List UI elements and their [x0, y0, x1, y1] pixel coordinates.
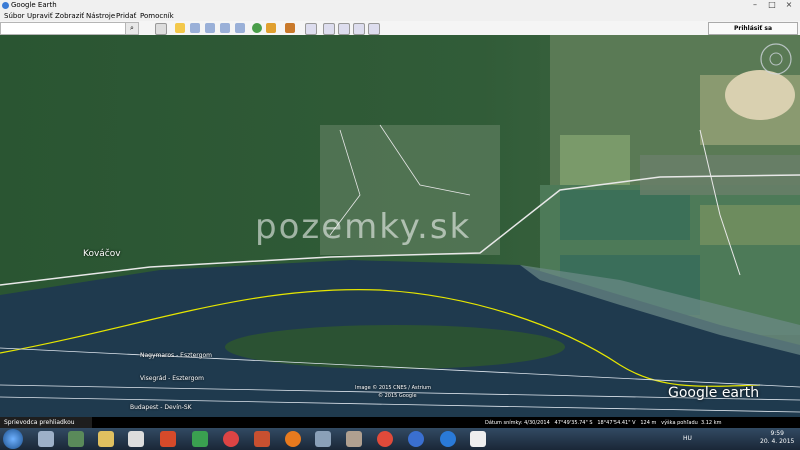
placemark-icon[interactable] — [175, 23, 185, 33]
title-bar: Google Earth – □ × — [0, 0, 800, 11]
path-icon[interactable] — [205, 23, 215, 33]
spreadsheet-icon[interactable] — [192, 431, 208, 447]
status-bar: Dátum snímky: 4/30/2014 47°49'35.74" S 1… — [485, 420, 721, 426]
clock[interactable]: 9:59 20. 4. 2015 — [760, 430, 794, 446]
app-icon[interactable] — [160, 431, 176, 447]
clock-date: 20. 4. 2015 — [760, 438, 795, 445]
imagery-credit: © 2015 Google — [378, 393, 417, 399]
menu-edit[interactable]: Upraviť — [27, 12, 53, 20]
latitude: 47°49'35.74" S — [554, 420, 593, 426]
menu-view[interactable]: Zobraziť — [55, 12, 84, 20]
app-icon[interactable] — [470, 431, 486, 447]
start-button[interactable] — [3, 429, 23, 449]
app-icon[interactable] — [223, 431, 239, 447]
app-icon[interactable] — [68, 431, 84, 447]
menu-tools[interactable]: Nástroje — [86, 12, 115, 20]
tour-guide-tab[interactable]: Sprievodca prehliadkou — [0, 417, 92, 428]
chrome-icon[interactable] — [377, 431, 393, 447]
watermark: pozemky.sk — [255, 207, 472, 247]
ruler-icon[interactable] — [305, 23, 317, 35]
clock-time: 9:59 — [770, 430, 784, 437]
elevation: 124 m — [640, 420, 657, 426]
menu-help[interactable]: Pomocník — [140, 12, 174, 20]
historical-imagery-icon[interactable] — [252, 23, 262, 33]
eye-altitude: 3.12 km — [700, 420, 722, 426]
sidebar-toggle-icon[interactable] — [155, 23, 167, 35]
polygon-icon[interactable] — [190, 23, 200, 33]
save-image-icon[interactable] — [353, 23, 365, 35]
file-icon[interactable] — [38, 431, 54, 447]
menu-file[interactable]: Súbor — [4, 12, 24, 20]
email-icon[interactable] — [323, 23, 335, 35]
menu-add[interactable]: Pridať — [116, 12, 136, 20]
app-icon[interactable] — [440, 431, 456, 447]
maps-icon[interactable] — [368, 23, 380, 35]
firefox-icon[interactable] — [285, 431, 301, 447]
folder-icon[interactable] — [98, 431, 114, 447]
imagery-date: Dátum snímky: 4/30/2014 — [485, 420, 550, 426]
language-indicator[interactable]: HU — [683, 435, 692, 442]
app-icon[interactable] — [346, 431, 362, 447]
sun-icon[interactable] — [266, 23, 276, 33]
print-icon[interactable] — [338, 23, 350, 35]
imagery-credit: Image © 2015 CNES / Astrium — [355, 385, 432, 391]
route-label: Budapest - Devín-SK — [130, 404, 192, 411]
map-view[interactable]: Kováčov pozemky.sk Nagymaros - Esztergom… — [0, 35, 800, 417]
maximize-button[interactable]: □ — [764, 0, 780, 10]
app-icon[interactable] — [254, 431, 270, 447]
route-label: Visegrád - Esztergom — [140, 375, 204, 382]
window-title: Google Earth — [11, 1, 57, 9]
google-earth-task-icon[interactable] — [408, 431, 424, 447]
tour-icon[interactable] — [235, 23, 245, 33]
close-button[interactable]: × — [781, 0, 797, 10]
search-icon[interactable]: ⌕ — [125, 22, 139, 35]
toolbar: ⌕ Prihlásiť sa — [0, 21, 800, 36]
route-label: Nagymaros - Esztergom — [140, 352, 212, 359]
planet-icon[interactable] — [285, 23, 295, 33]
search-input[interactable] — [0, 22, 126, 35]
longitude: 18°47'54.41" V — [597, 420, 636, 426]
place-label[interactable]: Kováčov — [83, 249, 121, 259]
google-earth-logo: Google earth — [668, 385, 760, 401]
google-earth-icon — [2, 2, 9, 9]
eye-altitude-label: výška pohľadu — [661, 420, 698, 426]
minimize-button[interactable]: – — [747, 0, 763, 10]
app-icon[interactable] — [315, 431, 331, 447]
app-icon[interactable] — [128, 431, 144, 447]
signin-button[interactable]: Prihlásiť sa — [708, 22, 798, 35]
taskbar: HU 9:59 20. 4. 2015 — [0, 428, 800, 450]
overlay-icon[interactable] — [220, 23, 230, 33]
